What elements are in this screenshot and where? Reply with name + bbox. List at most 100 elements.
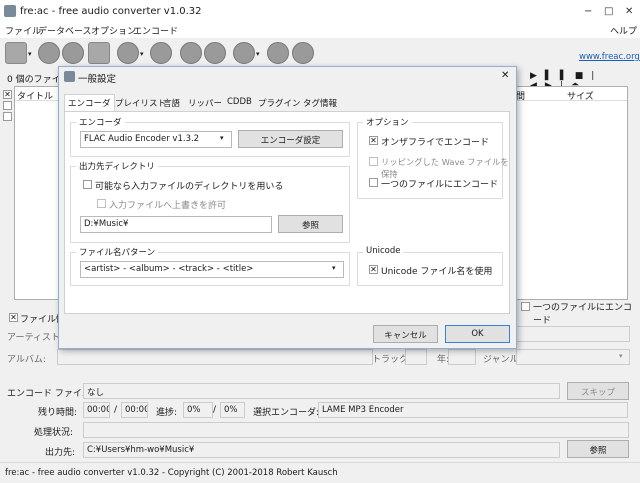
search-icon[interactable] [117, 42, 139, 64]
pause-icon[interactable]: ▌▌ [545, 71, 575, 81]
select-all-checkbox[interactable]: ✕ [3, 90, 12, 99]
tab-cddb[interactable]: CDDB [224, 95, 255, 111]
use-input-dir-checkbox[interactable] [83, 180, 92, 189]
title-bar: fre:ac - free audio converter v1.0.32 − … [0, 0, 640, 22]
document-icon[interactable] [88, 42, 110, 64]
output-dir-field[interactable]: D:¥Music¥ [80, 216, 272, 233]
pause-icon[interactable] [267, 42, 289, 64]
cd-icon[interactable] [38, 42, 60, 64]
playlist-icon[interactable] [62, 42, 84, 64]
pattern-select[interactable]: <artist> - <album> - <track> - <title> ▾ [80, 261, 344, 278]
close-button[interactable]: ✕ [625, 6, 633, 17]
play-icon[interactable]: ▶ [530, 71, 545, 81]
unicode-group-label: Unicode [363, 246, 404, 256]
artist-label: アーティスト: [7, 333, 63, 343]
status-field [83, 422, 629, 438]
output-dir-group-label: 出力先ディレクトリ [76, 160, 158, 172]
chevron-down-icon[interactable]: ▾ [28, 50, 32, 58]
output-label: 出力先: [45, 448, 76, 458]
column-title[interactable]: タイトル [17, 89, 53, 102]
column-size[interactable]: サイズ [567, 89, 594, 102]
selected-encoder-field: LAME MP3 Encoder [318, 402, 628, 418]
tab-encoder[interactable]: エンコーダ [64, 94, 115, 112]
settings-icon[interactable] [180, 42, 202, 64]
tab-language[interactable]: 言語 [160, 95, 183, 111]
ok-button[interactable]: OK [445, 325, 510, 343]
pattern-group-label: ファイル名パターン [76, 246, 159, 258]
chevron-down-icon: ▾ [619, 352, 623, 360]
app-icon [4, 5, 16, 17]
encoder-select-value: FLAC Audio Encoder v1.3.2 [84, 134, 200, 144]
dialog-title: 一般設定 [78, 74, 117, 85]
status-label: 処理状況: [34, 428, 74, 438]
progress-label: 進捗: [156, 408, 178, 418]
time-separator: / [114, 405, 118, 415]
dialog-close-button[interactable]: ✕ [501, 70, 509, 81]
keep-wave-checkbox[interactable] [369, 157, 378, 166]
chevron-down-icon[interactable]: ▾ [140, 50, 144, 58]
add-files-icon[interactable] [5, 42, 27, 64]
allow-overwrite-checkbox[interactable] [97, 199, 106, 208]
pattern-value: <artist> - <album> - <track> - <title> [84, 264, 254, 274]
on-the-fly-label: オンザフライでエンコード [381, 138, 490, 148]
output-dir-browse-button[interactable]: 参照 [278, 215, 343, 233]
stop-icon[interactable]: ■ [575, 71, 592, 81]
time-total: 00:00 [121, 402, 148, 418]
progress-total: 0% [220, 402, 245, 418]
status-bar-text: fre:ac - free audio converter v1.0.32 - … [5, 468, 338, 478]
stop-icon[interactable] [292, 42, 314, 64]
encoder-settings-button[interactable]: エンコーダ設定 [238, 130, 343, 148]
encoder-group-label: エンコーダ [76, 116, 125, 128]
output-field[interactable]: C:¥Users¥hm-wo¥Music¥ [83, 442, 560, 458]
album-field[interactable] [57, 349, 373, 365]
gear-icon[interactable] [150, 42, 172, 64]
tab-tags[interactable]: タグ情報 [300, 95, 340, 111]
on-the-fly-checkbox[interactable]: ✕ [369, 136, 378, 145]
year-field[interactable] [448, 349, 476, 365]
settings-dialog: 一般設定 ✕ エンコーダ プレイリスト 言語 リッパー CDDB プラグイン タ… [58, 66, 517, 349]
one-file-checkbox[interactable] [521, 302, 530, 311]
toggle-selection-checkbox[interactable] [3, 112, 12, 121]
encode-settings-icon[interactable] [204, 42, 226, 64]
chevron-down-icon[interactable]: ▾ [256, 50, 260, 58]
maximize-button[interactable]: □ [604, 6, 613, 17]
tab-plugins[interactable]: プラグイン [255, 95, 304, 111]
time-elapsed: 00:00 [83, 402, 110, 418]
output-browse-button[interactable]: 参照 [567, 440, 629, 458]
track-field[interactable] [405, 349, 427, 365]
artist-field-tail [516, 326, 630, 342]
genre-field[interactable]: ▾ [516, 349, 630, 365]
menu-file[interactable]: ファイル [5, 24, 41, 37]
menu-help[interactable]: ヘルプ [610, 24, 637, 37]
options-group-label: オプション [363, 116, 412, 128]
progress-separator: / [213, 405, 217, 415]
one-file-label: 一つのファイルにエンコード [533, 303, 633, 326]
encode-file-field: なし [83, 383, 560, 399]
tab-ripper[interactable]: リッパー [185, 95, 225, 111]
single-file-checkbox[interactable] [369, 178, 378, 187]
cancel-button[interactable]: キャンセル [373, 325, 438, 343]
menu-encode[interactable]: エンコード [133, 24, 178, 37]
allow-overwrite-label: 入力ファイルへ上書きを許可 [109, 201, 227, 211]
menu-database[interactable]: データベース [38, 24, 92, 37]
file-info-checkbox[interactable]: ✕ [9, 313, 18, 322]
unicode-names-label: Unicode ファイル名を使用 [381, 267, 493, 277]
window-title: fre:ac - free audio converter v1.0.32 [20, 6, 202, 17]
column-time[interactable]: 間 [516, 89, 525, 102]
status-divider [0, 462, 640, 463]
select-none-checkbox[interactable] [3, 101, 12, 110]
encoder-select[interactable]: FLAC Audio Encoder v1.3.2 ▾ [80, 131, 232, 148]
encode-file-label: エンコード ファイル: [7, 389, 94, 399]
chevron-down-icon: ▾ [332, 264, 336, 272]
minimize-button[interactable]: − [584, 6, 592, 17]
play-encode-icon[interactable] [233, 42, 255, 64]
single-file-label: 一つのファイルにエンコード [381, 180, 499, 190]
menu-options[interactable]: オプション [91, 24, 136, 37]
unicode-names-checkbox[interactable]: ✕ [369, 265, 378, 274]
skip-button[interactable]: スキップ [567, 382, 629, 400]
toolbar: ▾ ▾ ▾ www.freac.org [0, 38, 640, 68]
progress-file: 0% [183, 402, 213, 418]
website-link[interactable]: www.freac.org [579, 52, 640, 62]
menu-bar: ファイル データベース オプション エンコード ヘルプ [0, 22, 640, 38]
select-all-mark[interactable]: ✕ [3, 90, 12, 99]
